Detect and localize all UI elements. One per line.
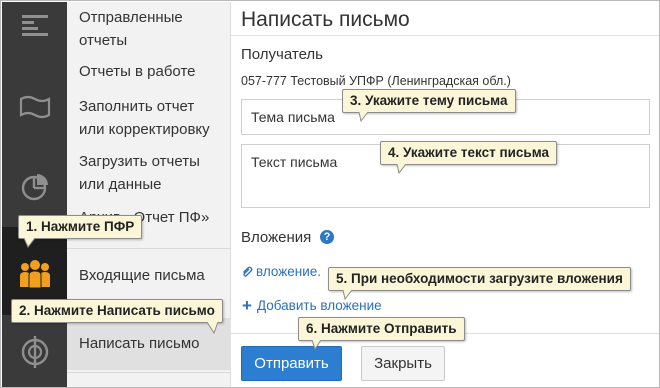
nav-item-label: отчеты [79, 32, 128, 49]
pfr-logo-icon [21, 336, 48, 368]
help-icon[interactable]: ? [320, 230, 334, 244]
nav-item-label: Отправленные [79, 9, 183, 26]
nav-item-upload-reports[interactable]: Загрузить отчеты или данные [79, 150, 229, 196]
callout-step-6: 6. Нажмите Отправить [298, 317, 465, 341]
nav-item-label: Написать письмо [79, 335, 200, 352]
nav-item-label: или данные [79, 176, 162, 193]
people-icon [19, 260, 50, 289]
nav-item-label: Заполнить отчет [79, 98, 195, 115]
nav-item-label: Входящие письма [79, 267, 205, 284]
pie-chart-icon [21, 174, 48, 201]
add-attachment-label: Добавить вложение [256, 298, 382, 313]
page-title: Написать письмо [241, 8, 410, 31]
flag-icon [19, 95, 50, 119]
nav-item-label: Загрузить отчеты [79, 153, 200, 170]
add-attachment-link[interactable]: + Добавить вложение [242, 296, 382, 315]
app-window: Отправленные отчеты Отчеты в работе Запо… [0, 0, 660, 388]
body-placeholder: Текст письма [251, 154, 338, 170]
callout-pointer [396, 164, 407, 174]
close-button[interactable]: Закрыть [361, 346, 445, 381]
recipient-label: Получатель [241, 46, 323, 63]
callout-step-1: 1. Нажмите ПФР [18, 215, 143, 239]
rail-item-menu[interactable] [2, 4, 67, 48]
callout-step-2: 2. Нажмите Написать письмо [11, 299, 223, 323]
plus-icon: + [242, 296, 252, 315]
rail-item-analytics[interactable] [2, 165, 67, 209]
nav-item-label: или корректировку [79, 121, 210, 138]
icon-rail [2, 2, 67, 387]
callout-pointer [342, 290, 353, 300]
nav-divider [67, 248, 231, 249]
nav-divider [67, 372, 231, 373]
menu-icon [21, 15, 48, 36]
nav-item-sent-reports[interactable]: Отправленные отчеты [79, 6, 229, 52]
rail-item-reports[interactable] [2, 86, 67, 130]
callout-pointer [358, 112, 369, 122]
recipient-value: 057-777 Тестовый УПФР (Ленинградская обл… [241, 74, 511, 88]
attachment-file-name: вложение. [256, 264, 322, 279]
attachments-label: Вложения [241, 229, 312, 246]
nav-item-inbox[interactable]: Входящие письма [79, 264, 229, 287]
subject-placeholder: Тема письма [251, 109, 335, 125]
callout-step-3: 3. Укажите тему письма [342, 89, 516, 113]
callout-pointer [311, 340, 322, 350]
nav-item-label: Отчеты в работе [79, 63, 196, 80]
send-button[interactable]: Отправить [241, 346, 342, 381]
attachment-file-link[interactable]: вложение. [241, 264, 321, 279]
callout-pointer [206, 322, 219, 334]
nav-item-reports-in-progress[interactable]: Отчеты в работе [79, 60, 229, 83]
title-divider [231, 35, 659, 36]
callout-pointer [23, 238, 36, 248]
rail-item-pfr-logo[interactable] [2, 330, 67, 374]
callout-step-4: 4. Укажите текст письма [380, 141, 558, 165]
callout-step-5: 5. При необходимости загрузите вложения [328, 267, 631, 291]
nav-item-write-letter[interactable]: Написать письмо [79, 332, 229, 355]
nav-item-fill-report[interactable]: Заполнить отчет или корректировку [79, 95, 229, 141]
paperclip-icon [243, 266, 253, 277]
compose-footer: Отправить Закрыть [231, 333, 659, 387]
